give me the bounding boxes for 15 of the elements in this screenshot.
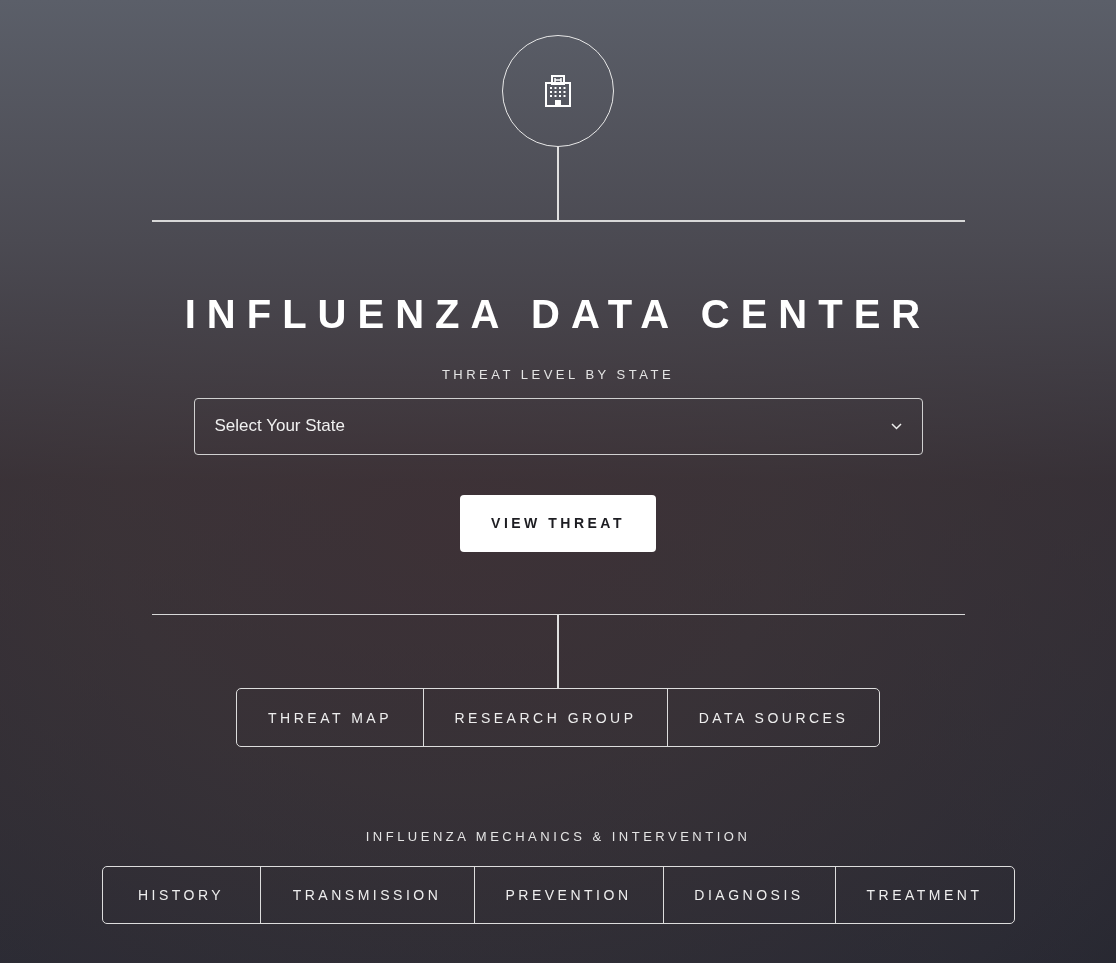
nav-button[interactable]: THREAT MAP <box>237 689 423 746</box>
hospital-icon <box>545 75 571 107</box>
topic-button[interactable]: TREATMENT <box>834 867 1014 923</box>
view-threat-button[interactable]: VIEW THREAT <box>460 494 656 552</box>
subtitle: THREAT LEVEL BY STATE <box>441 366 675 382</box>
page-title: INFLUENZA DATA CENTER <box>184 291 932 337</box>
topic-button[interactable]: TRANSMISSION <box>259 867 474 923</box>
topic-button[interactable]: HISTORY <box>102 867 260 923</box>
topic-button[interactable]: DIAGNOSIS <box>662 867 835 923</box>
state-select[interactable]: Select Your State <box>193 397 923 455</box>
topic-button[interactable]: PREVENTION <box>473 867 663 923</box>
nav-button[interactable]: RESEARCH GROUP <box>423 689 667 746</box>
section-title: INFLUENZA MECHANICS & INTERVENTION <box>365 829 751 844</box>
chevron-down-icon <box>890 422 902 430</box>
nav-button[interactable]: DATA SOURCES <box>667 689 879 746</box>
